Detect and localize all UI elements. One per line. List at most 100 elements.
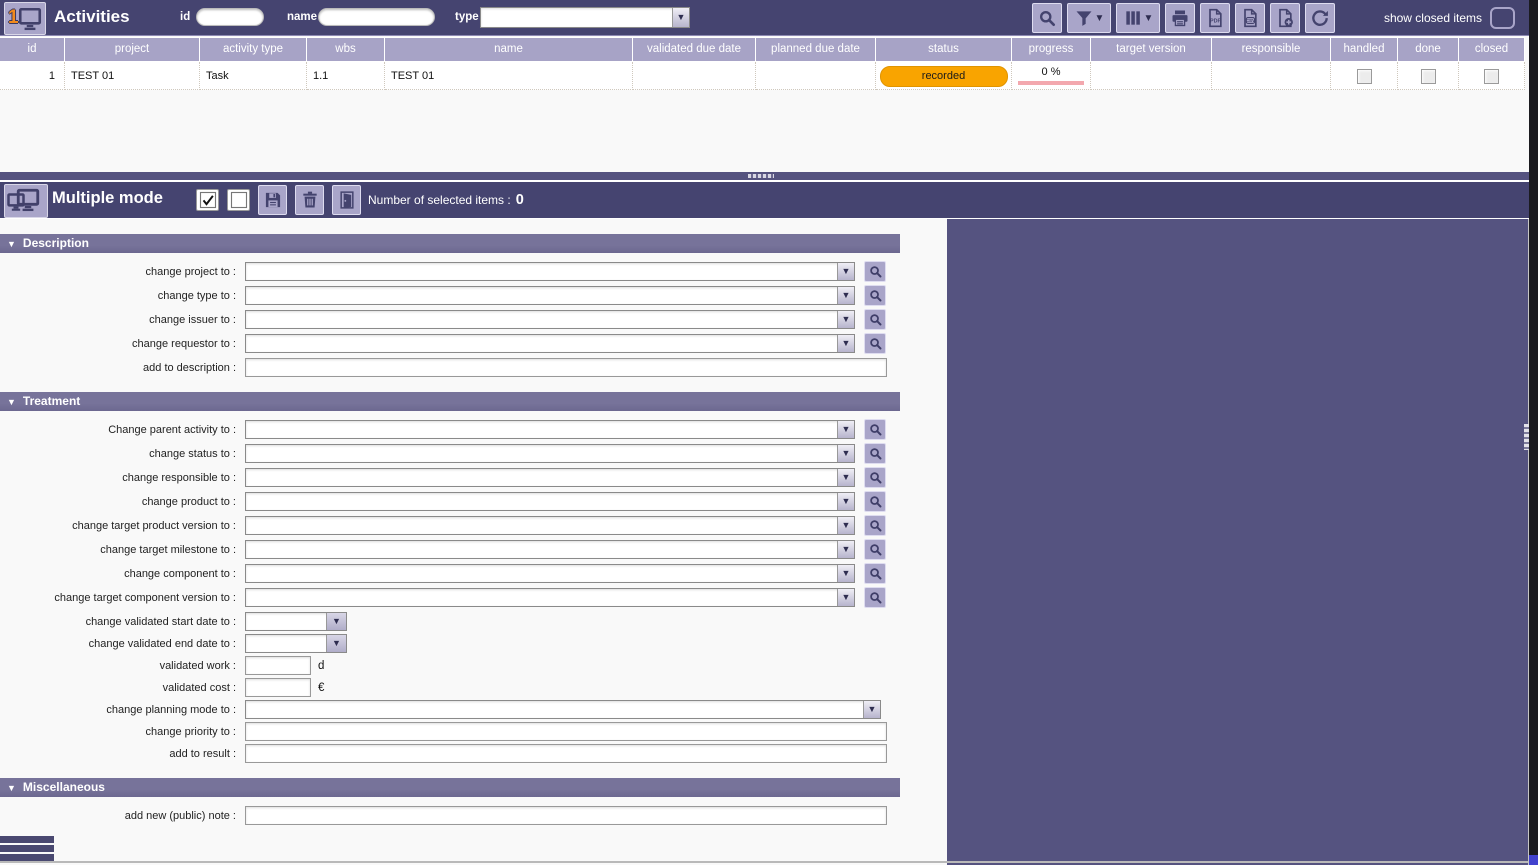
checkbox-cell	[1459, 62, 1525, 90]
activities-app-button[interactable]: 1	[4, 2, 46, 35]
table-row[interactable]: 1TEST 01Task1.1TEST 01recorded0 %	[0, 62, 1525, 90]
column-header-closed[interactable]: closed	[1459, 38, 1525, 61]
change-project-to-label: change project to :	[0, 266, 245, 278]
column-header-done[interactable]: done	[1398, 38, 1459, 61]
change-responsible-to-lookup-button[interactable]	[864, 467, 886, 488]
caret-down-icon: ▼	[326, 613, 346, 630]
add-to-description-label: add to description :	[0, 362, 245, 374]
validated-cost-input[interactable]	[245, 678, 311, 697]
caret-down-icon: ▼	[837, 589, 854, 606]
column-header-validated-due-date[interactable]: validated due date	[633, 38, 756, 61]
magnifier-icon	[868, 590, 883, 605]
horizontal-splitter[interactable]	[0, 172, 1529, 182]
page-title: Activities	[54, 7, 130, 27]
show-closed-items-toggle[interactable]	[1490, 7, 1515, 29]
caret-down-icon: ▼	[837, 335, 854, 352]
change-validated-end-date-to-date-select[interactable]: ▼	[245, 634, 347, 653]
multiple-mode-form: ▼Descriptionchange project to :▼change t…	[0, 219, 947, 865]
change-component-to-select[interactable]: ▼	[245, 564, 855, 583]
pdf-button[interactable]: PDF	[1200, 3, 1230, 33]
magnifier-icon	[868, 336, 883, 351]
change-project-to-select[interactable]: ▼	[245, 262, 855, 281]
change-responsible-to-select[interactable]: ▼	[245, 468, 855, 487]
caret-down-icon: ▼	[837, 445, 854, 462]
form-row: change planning mode to :▼	[0, 700, 947, 719]
change-parent-activity-to-lookup-button[interactable]	[864, 419, 886, 440]
change-planning-mode-to-select[interactable]: ▼	[245, 700, 881, 719]
form-row: Change parent activity to :▼	[0, 420, 947, 439]
change-product-to-lookup-button[interactable]	[864, 491, 886, 512]
row-checkbox[interactable]	[1421, 69, 1436, 84]
change-project-to-lookup-button[interactable]	[864, 261, 886, 282]
change-target-milestone-to-select[interactable]: ▼	[245, 540, 855, 559]
select-all-button[interactable]	[196, 189, 219, 211]
change-status-to-lookup-button[interactable]	[864, 443, 886, 464]
unselect-all-button[interactable]	[227, 189, 250, 211]
validated-work-input[interactable]	[245, 656, 311, 675]
form-row: change priority to :	[0, 722, 947, 741]
panel-handle[interactable]	[0, 836, 54, 863]
save-button[interactable]	[258, 185, 287, 215]
section-header-description[interactable]: ▼Description	[0, 234, 900, 253]
close-button[interactable]	[332, 185, 361, 215]
change-target-milestone-to-lookup-button[interactable]	[864, 539, 886, 560]
splitter-grip-icon	[748, 174, 774, 178]
column-header-progress[interactable]: progress	[1012, 38, 1091, 61]
change-target-component-version-to-select[interactable]: ▼	[245, 588, 855, 607]
column-header-planned-due-date[interactable]: planned due date	[756, 38, 876, 61]
column-header-project[interactable]: project	[65, 38, 200, 61]
change-target-product-version-to-select[interactable]: ▼	[245, 516, 855, 535]
add-new-public-note-input[interactable]	[245, 806, 887, 825]
new-document-button[interactable]	[1270, 3, 1300, 33]
cell-wbs: 1.1	[307, 62, 385, 90]
change-status-to-select[interactable]: ▼	[245, 444, 855, 463]
add-to-result-input[interactable]	[245, 744, 887, 763]
change-responsible-to-label: change responsible to :	[0, 472, 245, 484]
column-header-activity-type[interactable]: activity type	[200, 38, 307, 61]
change-validated-start-date-to-date-select[interactable]: ▼	[245, 612, 347, 631]
column-header-id[interactable]: id	[0, 38, 65, 61]
change-component-to-lookup-button[interactable]	[864, 563, 886, 584]
column-header-handled[interactable]: handled	[1331, 38, 1398, 61]
section-header-treatment[interactable]: ▼Treatment	[0, 392, 900, 411]
column-header-target-version[interactable]: target version	[1091, 38, 1212, 61]
magnifier-icon	[868, 566, 883, 581]
change-type-to-lookup-button[interactable]	[864, 285, 886, 306]
change-issuer-to-select[interactable]: ▼	[245, 310, 855, 329]
caret-down-icon: ▼	[837, 421, 854, 438]
form-row: change status to :▼	[0, 444, 947, 463]
change-product-to-select[interactable]: ▼	[245, 492, 855, 511]
change-target-product-version-to-lookup-button[interactable]	[864, 515, 886, 536]
row-checkbox[interactable]	[1484, 69, 1499, 84]
change-requestor-to-label: change requestor to :	[0, 338, 245, 350]
change-requestor-to-select[interactable]: ▼	[245, 334, 855, 353]
row-checkbox[interactable]	[1357, 69, 1372, 84]
add-to-description-input[interactable]	[245, 358, 887, 377]
print-button[interactable]	[1165, 3, 1195, 33]
name-filter-input[interactable]	[318, 8, 435, 26]
cell-target-version	[1091, 62, 1212, 90]
column-header-name[interactable]: name	[385, 38, 633, 61]
columns-button[interactable]: ▼	[1116, 3, 1160, 33]
change-target-component-version-to-lookup-button[interactable]	[864, 587, 886, 608]
change-priority-to-input[interactable]	[245, 722, 887, 741]
csv-button[interactable]: CSV	[1235, 3, 1265, 33]
search-button[interactable]	[1032, 3, 1062, 33]
column-header-responsible[interactable]: responsible	[1212, 38, 1331, 61]
delete-button[interactable]	[295, 185, 324, 215]
change-type-to-select[interactable]: ▼	[245, 286, 855, 305]
scrollbar-thumb[interactable]	[1529, 855, 1538, 865]
column-header-wbs[interactable]: wbs	[307, 38, 385, 61]
id-filter-input[interactable]	[196, 8, 264, 26]
type-filter-select[interactable]: ▼	[480, 7, 690, 28]
change-issuer-to-lookup-button[interactable]	[864, 309, 886, 330]
section-header-miscellaneous[interactable]: ▼Miscellaneous	[0, 778, 900, 797]
caret-down-icon: ▼	[837, 493, 854, 510]
column-header-status[interactable]: status	[876, 38, 1012, 61]
change-requestor-to-lookup-button[interactable]	[864, 333, 886, 354]
cell-validated-due-date	[633, 62, 756, 90]
filter-button[interactable]: ▼	[1067, 3, 1111, 33]
refresh-button[interactable]	[1305, 3, 1335, 33]
form-row: validated work :d	[0, 656, 947, 675]
change-parent-activity-to-select[interactable]: ▼	[245, 420, 855, 439]
